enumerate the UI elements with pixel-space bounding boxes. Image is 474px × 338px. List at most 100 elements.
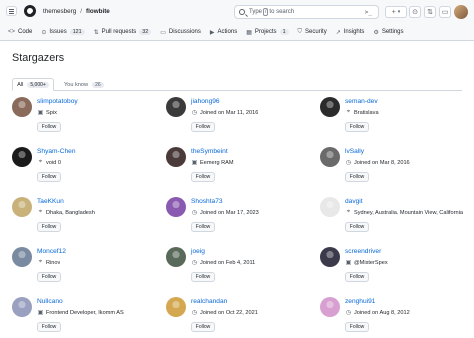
avatar[interactable] (320, 147, 340, 167)
follow-button[interactable]: Follow (345, 122, 369, 132)
meta-icon: ⌖ (38, 209, 43, 215)
user-name-link[interactable]: slimpotatoboy (37, 98, 78, 105)
avatar[interactable] (12, 147, 32, 167)
command-palette-icon[interactable]: >_ (365, 9, 372, 16)
repo-nav: <> Code ⊙ Issues 121 ⇅ Pull requests 32 ▭ Disc… (0, 24, 474, 41)
tab-label: Issues (49, 29, 67, 35)
avatar[interactable] (12, 97, 32, 117)
user-name-link[interactable]: TaeKKun (37, 198, 64, 205)
create-new-button[interactable]: + ▾ (385, 6, 407, 18)
avatar[interactable] (12, 247, 32, 267)
tab-settings[interactable]: ⚙ Settings (373, 29, 403, 36)
menu-icon[interactable] (6, 6, 17, 16)
tab-label: Settings (381, 29, 404, 35)
user-name-link[interactable]: Moncef12 (37, 248, 66, 255)
avatar[interactable] (12, 297, 32, 317)
user-card: theSymbeint ▣ Eemerg RAM Follow (166, 147, 316, 195)
user-name-link[interactable]: realchandan (191, 298, 227, 305)
follow-button[interactable]: Follow (37, 122, 61, 132)
pull-requests-icon[interactable]: ⇅ (424, 6, 436, 18)
follow-button[interactable]: Follow (191, 122, 215, 132)
user-meta-text: Bratislava (354, 109, 379, 116)
user-meta-text: Eemerg RAM (200, 159, 234, 166)
user-meta-text: Spix (46, 109, 57, 116)
tab-label: Pull requests (101, 29, 137, 35)
user-card: Nullcano ▣ Frontend Developer, Ikomm AS Fol… (12, 297, 162, 338)
follow-button[interactable]: Follow (345, 172, 369, 182)
follow-button[interactable]: Follow (37, 322, 61, 332)
search-input[interactable]: Type / to search >_ (234, 5, 379, 19)
tab-label: Discussions (168, 29, 201, 35)
avatar[interactable] (320, 197, 340, 217)
avatar[interactable] (320, 97, 340, 117)
user-meta: ◷ Joined on Oct 22, 2021 (191, 309, 258, 317)
user-avatar[interactable] (454, 5, 468, 19)
user-name-link[interactable]: joeig (191, 248, 205, 255)
avatar[interactable] (166, 97, 186, 117)
tab-label: Code (18, 29, 33, 35)
tab-pull-requests[interactable]: ⇅ Pull requests 32 (94, 29, 152, 36)
user-name-link[interactable]: theSymbeint (191, 148, 228, 155)
play-icon: ▶ (209, 29, 215, 36)
page-title: Stargazers (12, 52, 65, 64)
gear-icon: ⚙ (373, 29, 379, 36)
user-name-link[interactable]: jiahong96 (191, 98, 220, 105)
avatar[interactable] (320, 247, 340, 267)
user-name-link[interactable]: seman-dev (345, 98, 378, 105)
avatar[interactable] (320, 297, 340, 317)
user-meta: ⌖ void 0 (37, 159, 61, 166)
user-card: screendriver ▣ @MisterSpex Follow (320, 247, 470, 295)
search-icon (239, 9, 245, 15)
tab-projects[interactable]: ▦ Projects 1 (246, 29, 289, 36)
user-card: Shyam-Chen ⌖ void 0 Follow (12, 147, 162, 195)
user-meta: ▣ Frontend Developer, Ikomm AS (37, 309, 124, 317)
search-suffix: to search (269, 9, 295, 15)
breadcrumb-repo[interactable]: flowbite (86, 8, 110, 15)
tab-actions[interactable]: ▶ Actions (210, 29, 237, 36)
user-card: realchandan ◷ Joined on Oct 22, 2021 Follow (166, 297, 316, 338)
meta-icon: ◷ (191, 310, 198, 316)
user-name-link[interactable]: screendriver (345, 248, 381, 255)
avatar[interactable] (166, 197, 186, 217)
avatar[interactable] (12, 197, 32, 217)
follow-button[interactable]: Follow (37, 172, 61, 182)
follow-button[interactable]: Follow (37, 222, 61, 232)
meta-icon: ◷ (191, 110, 198, 116)
tab-security[interactable]: ⛉ Security (298, 29, 327, 36)
meta-icon: ▣ (37, 310, 44, 316)
tab-you-know[interactable]: You know 26 (64, 78, 104, 91)
user-meta: ⌖ Dhaka, Bangladesh (37, 209, 95, 216)
follow-button[interactable]: Follow (191, 272, 215, 282)
avatar[interactable] (166, 247, 186, 267)
inbox-icon[interactable]: ▭ (439, 6, 451, 18)
follow-button[interactable]: Follow (191, 222, 215, 232)
follow-button[interactable]: Follow (191, 172, 215, 182)
tab-code[interactable]: <> Code (8, 29, 32, 35)
user-meta: ◷ Joined on Mar 17, 2023 (191, 209, 259, 217)
user-name-link[interactable]: Shoshta73 (191, 198, 223, 205)
user-meta-text: Joined on Oct 22, 2021 (200, 309, 258, 316)
follow-button[interactable]: Follow (345, 222, 369, 232)
issues-icon[interactable]: ⊙ (409, 6, 421, 18)
avatar[interactable] (166, 147, 186, 167)
user-name-link[interactable]: zenghui91 (345, 298, 375, 305)
follow-button[interactable]: Follow (191, 322, 215, 332)
user-name-link[interactable]: lvSally (345, 148, 364, 155)
follow-button[interactable]: Follow (37, 272, 61, 282)
tab-discussions[interactable]: ▭ Discussions (160, 29, 201, 36)
tab-issues[interactable]: ⊙ Issues 121 (41, 29, 85, 36)
breadcrumb-owner[interactable]: themesberg (43, 8, 76, 15)
tab-all[interactable]: All 5,000+ (12, 78, 54, 91)
avatar[interactable] (166, 297, 186, 317)
user-name-link[interactable]: Shyam-Chen (37, 148, 75, 155)
follow-button[interactable]: Follow (345, 322, 369, 332)
discussion-icon: ▭ (160, 29, 166, 36)
github-logo-icon[interactable] (24, 5, 36, 17)
tab-insights[interactable]: ↗ Insights (336, 29, 365, 36)
code-icon: <> (8, 29, 16, 35)
follow-button[interactable]: Follow (345, 272, 369, 282)
breadcrumb-separator: / (80, 8, 83, 15)
user-name-link[interactable]: Nullcano (37, 298, 63, 305)
tab-all-count: 5,000+ (27, 81, 49, 88)
user-name-link[interactable]: davgit (345, 198, 363, 205)
